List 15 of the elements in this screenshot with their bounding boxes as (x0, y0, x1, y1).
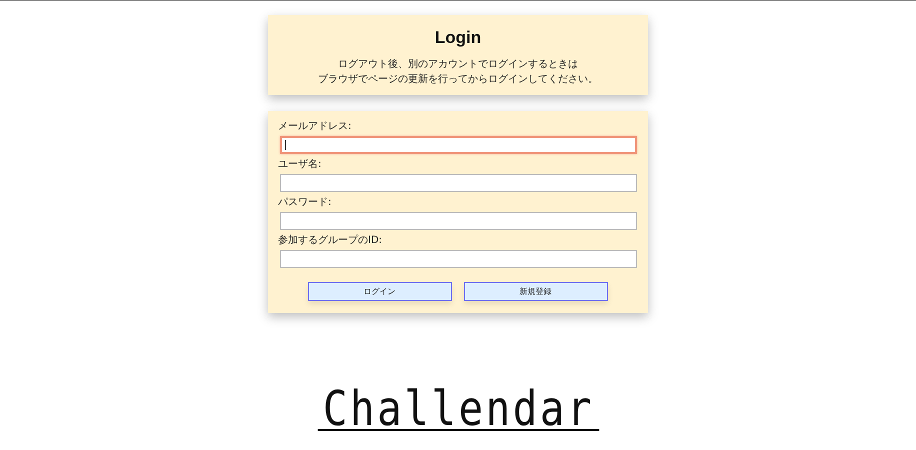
input-field[interactable] (280, 136, 637, 154)
field-label: パスワード: (278, 197, 332, 209)
form-button[interactable]: ログイン (308, 282, 452, 301)
field-label: 参加するグループのID: (278, 235, 384, 247)
field-label: ユーザ名: (278, 159, 322, 171)
input-field[interactable] (280, 212, 637, 230)
notice-text: ログアウト後、別のアカウントでログインするときは (338, 58, 578, 72)
login-title: Login (434, 27, 482, 49)
input-field[interactable] (280, 250, 637, 268)
input-field[interactable] (280, 174, 637, 192)
notice-text: ブラウザでページの更新を行ってからログインしてください。 (318, 72, 598, 87)
field-label: メールアドレス: (278, 121, 352, 133)
logo-wordmark: Challendar (317, 389, 599, 431)
text-cursor (285, 140, 286, 150)
form-button[interactable]: 新規登録 (464, 282, 608, 301)
